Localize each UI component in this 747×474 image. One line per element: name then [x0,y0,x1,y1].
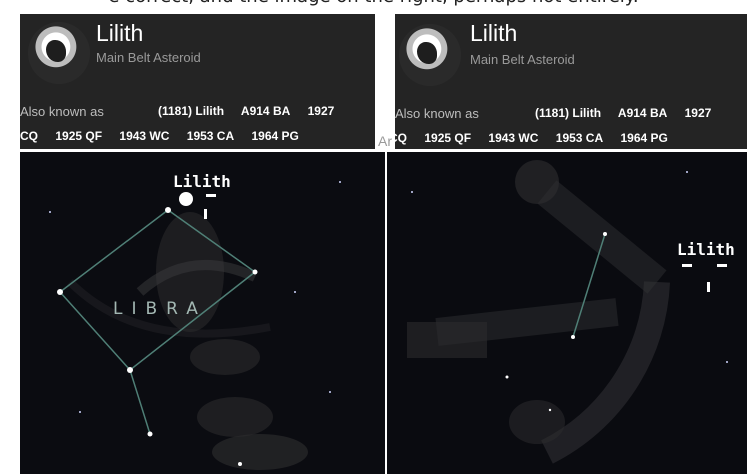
designation: 1943 WC [119,129,170,143]
designations-line-2: CQ 1925 QF 1943 WC 1953 CA 1964 PG [395,131,682,145]
sky-view-left[interactable]: Lilith LIBRA [20,152,385,474]
designation: 1943 WC [488,131,539,145]
aka-label: Also known as [20,104,104,119]
designation: A914 BA [617,106,668,120]
object-name: Lilith [470,20,518,46]
designation: CQ [20,129,38,143]
designation: 1953 CA [555,131,604,145]
designation: 1927 [307,104,335,118]
object-name: Lilith [96,20,144,46]
designation: 1927 [684,106,712,120]
split-divider [375,14,395,149]
object-info-card-right: Lilith Main Belt Asteroid Also known as … [395,14,747,149]
object-label: Lilith [677,240,735,259]
designations-line-1: (1181) Lilith A914 BA 1927 [535,106,725,120]
designation: 1964 PG [251,129,299,143]
sky-view-right[interactable]: Lilith [387,152,747,474]
overflow-text: Ar [378,133,392,149]
aka-label: Also known as [395,106,479,121]
designation: 1964 PG [620,131,668,145]
designation: 1925 QF [55,129,103,143]
object-image [399,24,461,86]
object-image [28,22,90,84]
designation: (1181) Lilith [535,106,602,120]
sky-art-right [407,160,728,464]
designations-line-1: (1181) Lilith A914 BA 1927 [158,104,348,118]
constellation-label: LIBRA [113,299,207,319]
object-info-card-left: Lilith Main Belt Asteroid Also known as … [20,14,375,149]
designation: (1181) Lilith [158,104,225,118]
designation: 1925 QF [424,131,472,145]
designation: CQ [395,131,407,145]
designation: A914 BA [240,104,291,118]
object-type: Main Belt Asteroid [96,50,201,65]
object-label: Lilith [173,172,231,191]
designation: 1953 CA [186,129,235,143]
top-caption: e correct, and the image on the right, p… [0,0,747,12]
object-type: Main Belt Asteroid [470,52,575,67]
designations-line-2: CQ 1925 QF 1943 WC 1953 CA 1964 PG [20,129,313,143]
